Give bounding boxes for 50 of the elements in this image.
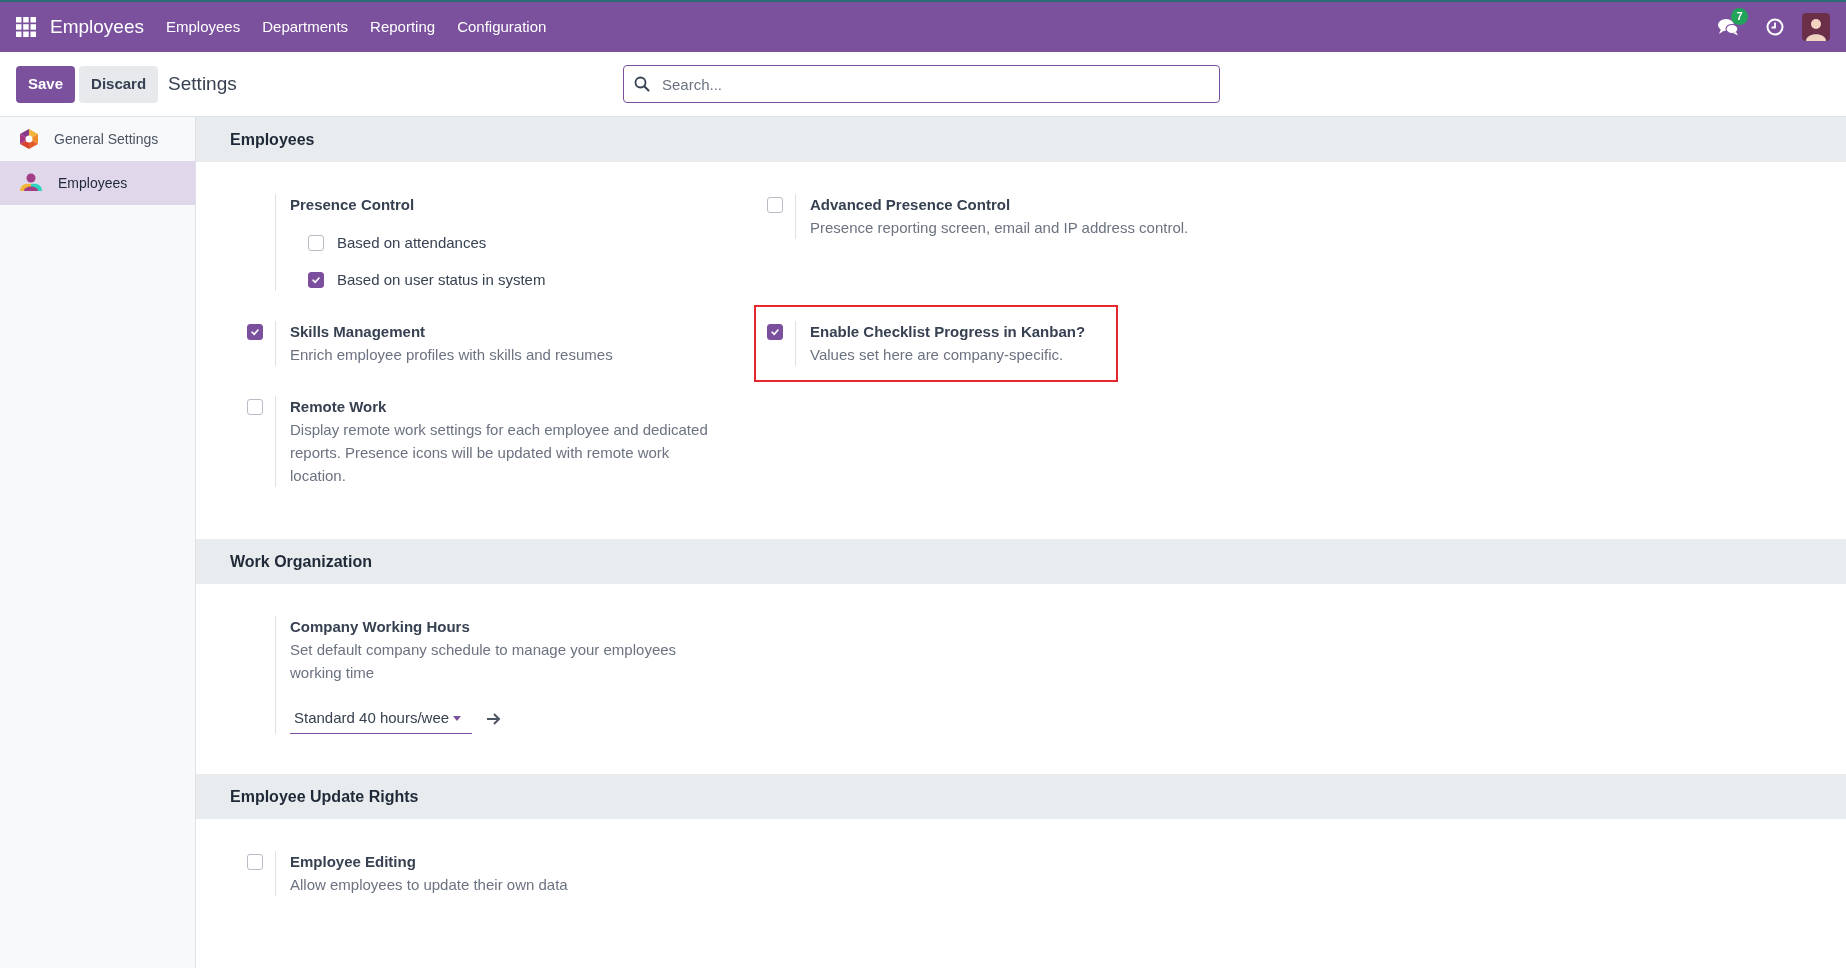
schedule-select[interactable]: Standard 40 hours/wee	[290, 704, 472, 734]
setting-title: Presence Control	[290, 195, 416, 215]
sidebar-item[interactable]: Employees	[0, 161, 195, 205]
menu-item[interactable]: Reporting	[370, 15, 436, 39]
setting-title: Skills Management	[290, 322, 427, 342]
setting-description: Enrich employee profiles with skills and resumes	[290, 345, 614, 365]
setting-title: Enable Checklist Progress in Kanban?	[810, 322, 1086, 342]
setting-description: Allow employees to update their own data	[290, 875, 569, 895]
sidebar-item[interactable]: General Settings	[0, 117, 195, 161]
avatar-icon[interactable]	[1802, 13, 1830, 41]
menu-item[interactable]: Departments	[262, 15, 349, 39]
setting-description: Values set here are company-specific.	[810, 345, 1065, 365]
menu-item[interactable]: Configuration	[457, 15, 547, 39]
option-label: Based on attendances	[337, 233, 487, 253]
arrow-right-icon[interactable]	[486, 713, 501, 725]
checkbox[interactable]	[247, 399, 263, 415]
setting-title: Company Working Hours	[290, 617, 471, 637]
search-icon	[634, 76, 650, 92]
setting-description: Display remote work settings for each employee and dedicated reports. Presence icons will be updated with remote work location.	[290, 420, 709, 486]
checkmark-icon	[770, 327, 780, 337]
save-button[interactable]: Save	[16, 65, 76, 103]
setting-title: Employee Editing	[290, 852, 417, 872]
menu-item[interactable]: Employees	[166, 15, 241, 39]
checkbox[interactable]	[308, 235, 324, 252]
caret-icon	[453, 716, 462, 721]
notification-badge: 7	[1731, 8, 1748, 25]
apps-menu-icon[interactable]	[16, 17, 36, 37]
setting-title: Remote Work	[290, 397, 388, 417]
people-icon	[18, 173, 44, 193]
checkmark-icon	[250, 327, 260, 337]
setting-description: Presence reporting screen, email and IP address control.	[810, 218, 1190, 238]
app-title[interactable]: Employees	[50, 12, 144, 42]
checkbox[interactable]	[308, 271, 324, 288]
discard-button[interactable]: Discard	[79, 65, 159, 103]
checkbox[interactable]	[247, 324, 263, 340]
checkbox[interactable]	[247, 854, 263, 870]
checkbox[interactable]	[767, 197, 783, 213]
section-header: Employees	[196, 117, 1846, 162]
hexagon-logo-icon	[18, 128, 40, 150]
search-field[interactable]: Search...	[623, 65, 1220, 103]
clock-icon[interactable]	[1766, 18, 1784, 36]
setting-description: Set default company schedule to manage your employees working time	[290, 640, 678, 683]
page-title: Settings	[168, 71, 237, 96]
chat-icon[interactable]	[1718, 18, 1740, 36]
checkbox[interactable]	[767, 324, 783, 340]
setting-title: Advanced Presence Control	[810, 195, 1012, 215]
option-label: Based on user status in system	[337, 269, 546, 290]
checkmark-icon	[311, 274, 321, 285]
section-header: Employee Update Rights	[196, 774, 1846, 819]
section-header: Work Organization	[196, 539, 1846, 584]
